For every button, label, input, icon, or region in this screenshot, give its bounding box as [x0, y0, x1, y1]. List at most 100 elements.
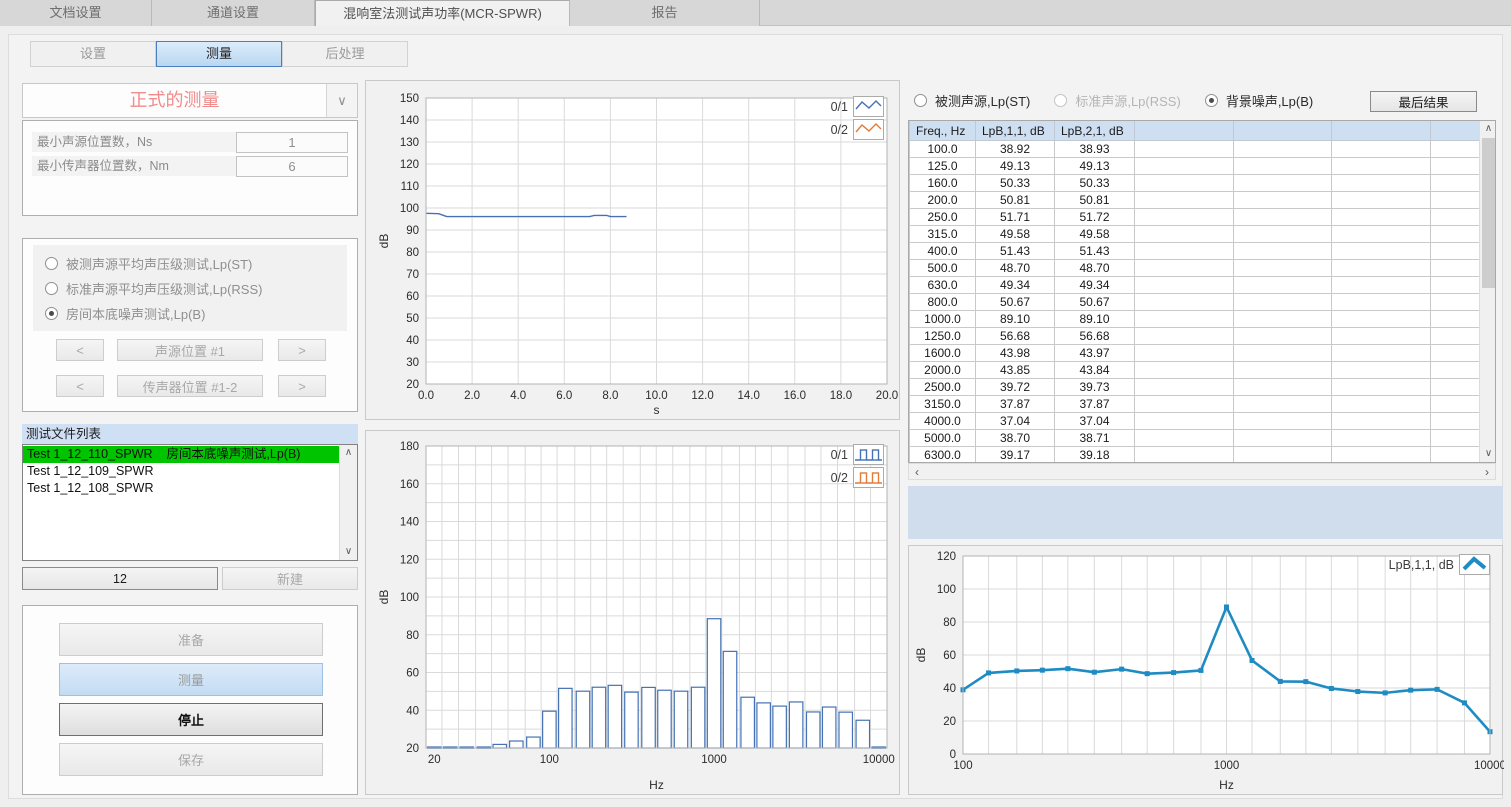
table-row[interactable]: 100.038.9238.93	[910, 141, 1497, 158]
mic-position-prev-button[interactable]: <	[56, 375, 104, 397]
scroll-left-icon[interactable]: ‹	[909, 465, 925, 479]
table-row[interactable]: 250.051.7151.72	[910, 209, 1497, 226]
table-cell: 6300.0	[910, 447, 976, 464]
radio-icon[interactable]	[914, 94, 927, 107]
file-list-item[interactable]: Test 1_12_108_SPWR	[23, 480, 340, 497]
table-row[interactable]: 160.050.3350.33	[910, 175, 1497, 192]
tab-report[interactable]: 报告	[570, 0, 760, 26]
param-value-field[interactable]: 1	[236, 132, 348, 153]
subtab-setup[interactable]: 设置	[30, 41, 156, 67]
test-type-radio[interactable]: 被测声源平均声压级测试,Lp(ST)	[45, 251, 347, 276]
source-position-next-button[interactable]: >	[278, 339, 326, 361]
scroll-down-icon[interactable]: ∨	[1480, 446, 1496, 462]
file-list-item[interactable]: Test 1_12_109_SPWR	[23, 463, 340, 480]
radio-icon[interactable]	[45, 257, 58, 270]
result-source-radio[interactable]: 被测声源,Lp(ST)	[914, 88, 1030, 113]
table-row[interactable]: 1250.056.6856.68	[910, 328, 1497, 345]
radio-label: 被测声源,Lp(ST)	[935, 91, 1030, 110]
chevron-down-icon: ∨	[337, 93, 347, 109]
table-row[interactable]: 4000.037.0437.04	[910, 413, 1497, 430]
table-cell: 48.70	[1055, 260, 1135, 277]
table-row[interactable]: 5000.038.7038.71	[910, 430, 1497, 447]
table-row[interactable]: 1600.043.9843.97	[910, 345, 1497, 362]
table-cell	[1234, 430, 1332, 447]
subtab-postprocess[interactable]: 后处理	[282, 41, 408, 67]
subtab-measure[interactable]: 测量	[156, 41, 282, 67]
last-result-button[interactable]: 最后结果	[1370, 91, 1477, 112]
radio-icon[interactable]	[45, 282, 58, 295]
table-row[interactable]: 6300.039.1739.18	[910, 447, 1497, 464]
table-cell: 315.0	[910, 226, 976, 243]
legend-entry: 0/2	[831, 119, 884, 140]
stop-button[interactable]: 停止	[59, 703, 323, 736]
prepare-button[interactable]: 准备	[59, 623, 323, 656]
scroll-up-icon[interactable]: ∧	[340, 445, 357, 461]
result-line-chart: 020406080100120100100010000HzdB	[909, 546, 1504, 796]
param-value-field[interactable]: 6	[236, 156, 348, 177]
tab-mcr-spwr[interactable]: 混响室法测试声功率(MCR-SPWR)	[315, 0, 570, 26]
dropdown-button[interactable]: ∨	[326, 84, 357, 117]
table-row[interactable]: 125.049.1349.13	[910, 158, 1497, 175]
table-cell	[1135, 175, 1234, 192]
measurement-mode-dropdown[interactable]: 正式的测量 ∨	[22, 83, 358, 118]
table-row[interactable]: 2500.039.7239.73	[910, 379, 1497, 396]
radio-icon[interactable]	[1205, 94, 1218, 107]
table-row[interactable]: 200.050.8150.81	[910, 192, 1497, 209]
table-row[interactable]: 1000.089.1089.10	[910, 311, 1497, 328]
save-button[interactable]: 保存	[59, 743, 323, 776]
table-hscrollbar[interactable]: ‹ ›	[908, 463, 1496, 480]
table-cell: 50.67	[976, 294, 1055, 311]
source-position-button[interactable]: 声源位置 #1	[117, 339, 263, 361]
table-cell	[1234, 192, 1332, 209]
scroll-right-icon[interactable]: ›	[1479, 465, 1495, 479]
table-row[interactable]: 3150.037.8737.87	[910, 396, 1497, 413]
result-table-wrap: Freq., HzLpB,1,1, dBLpB,2,1, dB100.038.9…	[908, 120, 1496, 463]
svg-text:8.0: 8.0	[602, 390, 618, 402]
result-source-radio[interactable]: 背景噪声,Lp(B)	[1205, 88, 1313, 113]
svg-text:80: 80	[406, 247, 419, 259]
svg-text:10.0: 10.0	[645, 390, 667, 402]
table-cell: 56.68	[1055, 328, 1135, 345]
table-row[interactable]: 315.049.5849.58	[910, 226, 1497, 243]
new-button[interactable]: 新建	[222, 567, 358, 590]
table-cell: 160.0	[910, 175, 976, 192]
svg-text:120: 120	[400, 159, 419, 171]
table-cell	[1332, 311, 1431, 328]
table-cell: 125.0	[910, 158, 976, 175]
tab-document-settings[interactable]: 文档设置	[0, 0, 152, 26]
source-position-prev-button[interactable]: <	[56, 339, 104, 361]
test-type-radio[interactable]: 房间本底噪声测试,Lp(B)	[45, 301, 347, 326]
table-cell: 49.13	[976, 158, 1055, 175]
mic-position-button[interactable]: 传声器位置 #1-2	[117, 375, 263, 397]
table-row[interactable]: 400.051.4351.43	[910, 243, 1497, 260]
file-list-item[interactable]: Test 1_12_110_SPWR 房间本底噪声测试,Lp(B)	[23, 446, 340, 463]
file-list-scrollbar[interactable]: ∧ ∨	[339, 445, 357, 560]
table-cell	[1332, 447, 1431, 464]
tab-channel-settings[interactable]: 通道设置	[152, 0, 315, 26]
scroll-down-icon[interactable]: ∨	[340, 544, 357, 560]
spectrum-bar-chart: 2040608010012014016018020100100010000Hzd…	[366, 431, 901, 796]
table-header-cell: Freq., Hz	[910, 121, 976, 141]
svg-text:2.0: 2.0	[464, 390, 480, 402]
param-label: 最小声源位置数，Ns	[32, 132, 236, 152]
table-row[interactable]: 630.049.3449.34	[910, 277, 1497, 294]
legend-label: LpB,1,1, dB	[1389, 558, 1454, 572]
test-file-list[interactable]: Test 1_12_110_SPWR 房间本底噪声测试,Lp(B)Test 1_…	[22, 444, 358, 561]
measure-button[interactable]: 测量	[59, 663, 323, 696]
radio-icon[interactable]	[45, 307, 58, 320]
table-row[interactable]: 800.050.6750.67	[910, 294, 1497, 311]
result-source-radio[interactable]: 标准声源,Lp(RSS)	[1054, 88, 1180, 113]
measurement-count-box[interactable]: 12	[22, 567, 218, 590]
table-row[interactable]: 500.048.7048.70	[910, 260, 1497, 277]
table-vscrollbar[interactable]: ∧ ∨	[1479, 121, 1496, 462]
table-row[interactable]: 2000.043.8543.84	[910, 362, 1497, 379]
radio-icon[interactable]	[1054, 94, 1067, 107]
mic-position-next-button[interactable]: >	[278, 375, 326, 397]
table-cell	[1234, 209, 1332, 226]
scroll-up-icon[interactable]: ∧	[1480, 121, 1496, 137]
test-type-radio[interactable]: 标准声源平均声压级测试,Lp(RSS)	[45, 276, 347, 301]
legend-label: 0/1	[831, 448, 848, 462]
scrollbar-thumb[interactable]	[1482, 138, 1495, 288]
table-cell	[1332, 362, 1431, 379]
table-cell	[1234, 379, 1332, 396]
